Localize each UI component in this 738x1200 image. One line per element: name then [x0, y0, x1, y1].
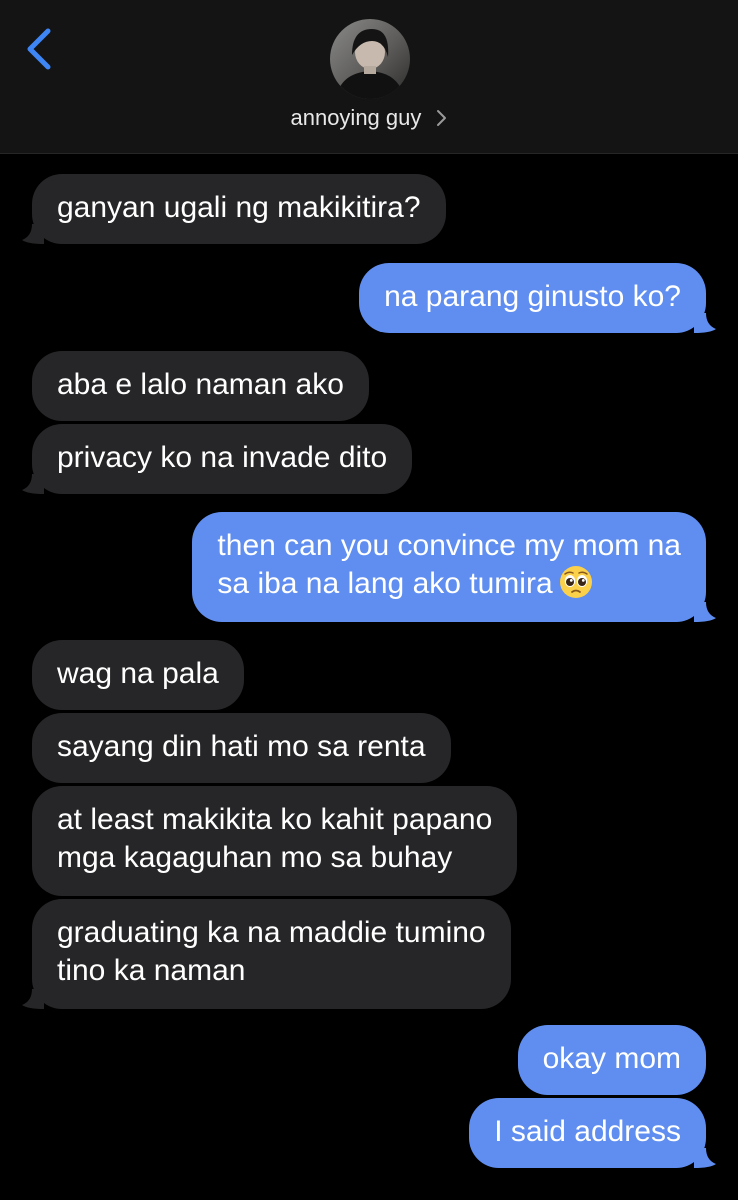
- message-text-line: graduating ka na maddie tumino: [57, 916, 486, 949]
- bubble-tail: [694, 313, 716, 333]
- message-text: sayang din hati mo sa renta: [57, 730, 426, 763]
- conversation-header: annoying guy: [0, 0, 738, 154]
- incoming-message[interactable]: wag na pala: [32, 640, 244, 710]
- message-thread: ganyan ugali ng makikitira? na parang gi…: [0, 154, 738, 1200]
- message-text-line: mga kagaguhan mo sa buhay: [57, 841, 453, 874]
- bubble-tail: [22, 224, 44, 244]
- incoming-message[interactable]: aba e lalo naman ako: [32, 351, 369, 421]
- message-text: ganyan ugali ng makikitira?: [57, 191, 421, 224]
- outgoing-message[interactable]: then can you convince my mom na sa iba n…: [192, 512, 716, 622]
- outgoing-message[interactable]: na parang ginusto ko?: [359, 263, 716, 333]
- back-button[interactable]: [20, 26, 60, 72]
- message-text: okay mom: [542, 1042, 681, 1075]
- message-text: na parang ginusto ko?: [384, 280, 681, 313]
- pleading-face-emoji: [559, 566, 592, 598]
- message-text: privacy ko na invade dito: [57, 441, 388, 474]
- message-text: I said address: [494, 1115, 681, 1148]
- incoming-message[interactable]: at least makikita ko kahit papano mga ka…: [32, 786, 518, 896]
- incoming-message[interactable]: privacy ko na invade dito: [22, 424, 413, 494]
- bubble-tail: [22, 474, 44, 494]
- bubble-tail: [694, 602, 716, 622]
- message-text-line: tino ka naman: [57, 954, 246, 987]
- message-text-line: sa iba na lang ako tumira: [217, 565, 681, 603]
- incoming-message[interactable]: graduating ka na maddie tumino tino ka n…: [22, 899, 511, 1009]
- contact-name: annoying guy: [290, 105, 422, 131]
- contact-avatar[interactable]: [330, 19, 410, 99]
- outgoing-message[interactable]: I said address: [469, 1098, 716, 1168]
- incoming-message[interactable]: sayang din hati mo sa renta: [32, 713, 451, 783]
- message-text: aba e lalo naman ako: [57, 368, 344, 401]
- chevron-left-icon: [27, 28, 51, 70]
- message-text: wag na pala: [57, 657, 219, 690]
- message-text-line: at least makikita ko kahit papano: [57, 803, 493, 836]
- bubble-tail: [22, 989, 44, 1009]
- avatar-photo: [330, 19, 410, 99]
- chevron-right-icon: [436, 110, 446, 127]
- message-text-line: then can you convince my mom na: [217, 529, 681, 562]
- outgoing-message[interactable]: okay mom: [517, 1025, 706, 1095]
- contact-name-button[interactable]: annoying guy: [0, 104, 738, 131]
- bubble-tail: [694, 1148, 716, 1168]
- message-text-line-part: sa iba na lang ako tumira: [217, 567, 553, 600]
- incoming-message[interactable]: ganyan ugali ng makikitira?: [22, 174, 446, 244]
